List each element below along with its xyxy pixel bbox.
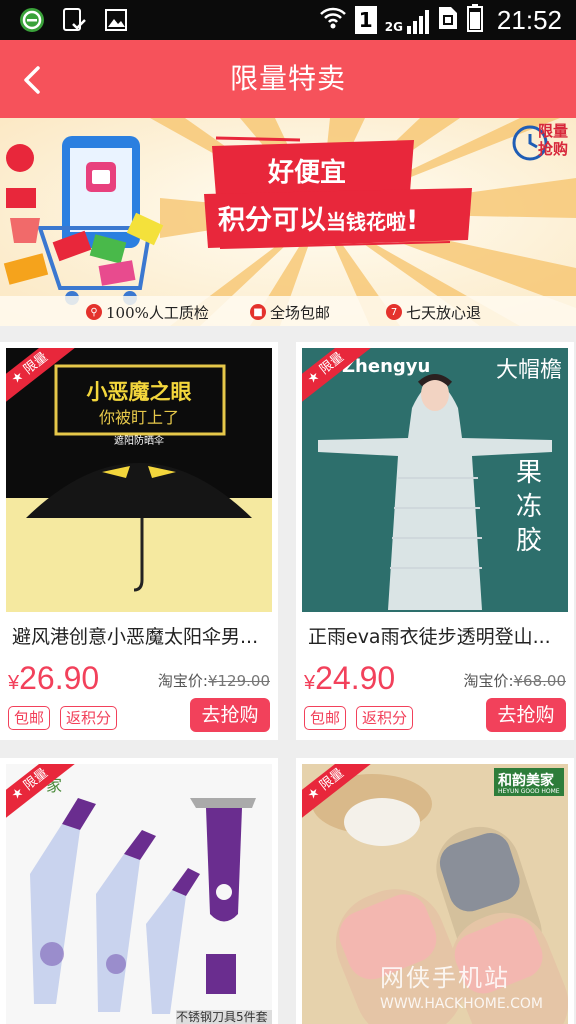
header-bar: 限量特卖 (0, 40, 576, 118)
buy-now-button[interactable]: 去抢购 (486, 698, 566, 732)
image-caption-vertical: 果 冻 胶 (516, 458, 543, 556)
product-card[interactable]: 小恶魔之眼 你被盯上了 遮阳防晒伞 ★ 限量 避风港创意小恶魔太阳伞男... ¥… (0, 342, 278, 740)
image-caption-title: 小恶魔之眼 (86, 380, 192, 404)
product-card[interactable]: Zhengyu 大帽檐 果 冻 胶 ★ 限量 正雨eva雨衣徒步透明登山... … (296, 342, 574, 740)
guarantee-label: 全场包邮 (270, 303, 331, 322)
signal-icon: 2G (385, 6, 429, 34)
product-card[interactable]: 家 不锈钢刀具5件套 ★ 限量 (0, 758, 278, 1024)
image-caption-title: 大帽檐 (496, 358, 563, 383)
image-icon (102, 6, 130, 34)
knife-set-image (6, 764, 272, 1024)
cashback-points-tag: 返积分 (356, 706, 414, 730)
browser-icon (18, 6, 46, 34)
banner-subline-end: ! (406, 205, 419, 236)
guarantee-quality: ⚲ 100%人工质检 (86, 300, 209, 324)
sim-card-icon (437, 5, 459, 35)
page-title: 限量特卖 (229, 62, 346, 95)
product-image[interactable]: Zhengyu 大帽檐 果 冻 胶 ★ 限量 (302, 348, 568, 612)
promo-banner[interactable]: 好便宜 积分可以当钱花啦! 限量 抢购 ⚲ 100%人工质检 ■ 全场包邮 7 … (0, 118, 576, 326)
free-shipping-tag: 包邮 (304, 706, 347, 730)
battery-icon (466, 4, 483, 36)
watermark-url: WWW.HACKHOME.COM (380, 996, 543, 1012)
product-name[interactable]: 避风港创意小恶魔太阳伞男... (12, 622, 274, 649)
buy-now-button[interactable]: 去抢购 (190, 698, 270, 732)
image-caption-note: 不锈钢刀具5件套 (176, 1010, 268, 1024)
magnifier-icon: ⚲ (86, 304, 102, 320)
truck-icon: ■ (250, 304, 266, 320)
download-check-icon (60, 6, 88, 34)
free-shipping-tag: 包邮 (8, 706, 51, 730)
guarantee-free-shipping: ■ 全场包邮 (250, 300, 330, 324)
image-caption-subtitle: 你被盯上了 (98, 408, 179, 427)
guarantee-returns: 7 七天放心退 (386, 300, 481, 324)
product-image[interactable]: 小恶魔之眼 你被盯上了 遮阳防晒伞 ★ 限量 (6, 348, 272, 612)
wifi-icon (319, 5, 347, 35)
chevron-left-icon (24, 66, 40, 94)
sim-slot-badge: 1 (354, 6, 377, 34)
banner-headline: 好便宜 (268, 158, 347, 188)
product-image[interactable]: 家 不锈钢刀具5件套 ★ 限量 (6, 764, 272, 1024)
taobao-price: 淘宝价:¥129.00 (157, 672, 270, 690)
banner-subline-small: 当钱花啦 (326, 210, 406, 234)
network-type-label: 2G (384, 20, 403, 34)
flash-badge-line-1: 限量 (538, 122, 569, 140)
guarantee-label: 100%人工质检 (106, 303, 209, 322)
banner-subline-main: 积分可以 (218, 205, 326, 236)
taobao-price: 淘宝价:¥68.00 (463, 672, 566, 690)
image-brand-text: 和韵美家 (498, 773, 554, 789)
image-brand-subtext: HEYUN GOOD HOME (498, 788, 560, 795)
product-name[interactable]: 正雨eva雨衣徒步透明登山... (308, 622, 570, 649)
product-price: ¥26.90 (8, 660, 100, 696)
watermark-text: 网侠手机站 (380, 964, 510, 992)
banner-subline: 积分可以当钱花啦! (218, 198, 418, 237)
product-price: ¥24.90 (304, 660, 396, 696)
clock: 21:52 (496, 4, 562, 35)
flash-badge-line-2: 抢购 (538, 140, 569, 158)
cashback-points-tag: 返积分 (60, 706, 118, 730)
back-button[interactable] (14, 60, 50, 100)
image-caption-note: 遮阳防晒伞 (114, 436, 164, 447)
flash-sale-badge: 限量 抢购 (538, 122, 576, 164)
seven-day-icon: 7 (386, 304, 402, 320)
status-bar: 1 2G 21:52 (0, 0, 576, 40)
guarantee-label: 七天放心退 (406, 303, 482, 322)
